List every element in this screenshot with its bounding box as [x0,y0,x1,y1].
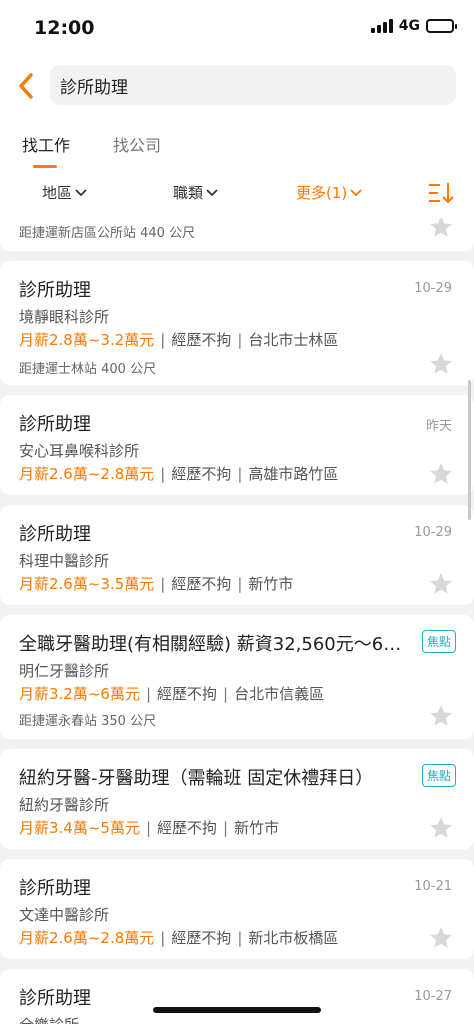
back-arrow-icon[interactable] [14,70,40,102]
filter-region-label: 地區 [42,184,73,202]
featured-badge: 焦點 [421,630,456,653]
job-card[interactable]: 診所助理 10-29 科理中醫診所 月薪2.6萬~3.5萬元 | 經歷不拘 | 新竹市 [0,505,474,605]
star-icon[interactable] [428,461,454,487]
filter-job-type[interactable]: 職類 [173,182,218,203]
post-date: 10-29 [414,525,452,540]
chevron-down-icon [206,188,218,196]
job-meta: 月薪3.4萬~5萬元 | 經歷不拘 | 新竹市 [19,819,280,837]
search-input[interactable]: 診所助理 [50,65,456,105]
salary: 月薪3.2萬~6萬元 [19,685,140,703]
scrollbar[interactable] [468,380,471,520]
sort-icon[interactable] [428,181,454,205]
job-meta: 月薪2.8萬~3.2萬元 | 經歷不拘 | 台北市士林區 [19,331,339,349]
card-distance: 距捷運士林站 400 公尺 [19,362,157,377]
filter-region[interactable]: 地區 [42,182,87,203]
job-title: 紐約牙醫-牙醫助理（需輪班 固定休禮拜日） [19,768,374,789]
featured-badge: 焦點 [421,764,456,787]
job-title: 診所助理 [19,414,91,435]
location: 台北市士林區 [248,331,339,349]
salary: 月薪2.6萬~3.5萬元 [19,575,155,593]
salary: 月薪2.6萬~2.8萬元 [19,929,155,947]
status-icons: 4G [370,18,457,34]
location: 台北市信義區 [234,685,325,703]
job-card[interactable]: 診所助理 10-27 全樂診所 [0,969,474,1024]
search-header: 診所助理 [0,56,474,118]
company-name: 明仁牙醫診所 [19,662,110,680]
location: 新北市板橋區 [248,929,339,947]
signal-icon [370,19,393,33]
battery-icon [426,19,457,33]
company-name: 科理中醫診所 [19,552,110,570]
job-card[interactable]: 診所助理 10-21 文達中醫診所 月薪2.6萬~2.8萬元 | 經歷不拘 | 新北市板… [0,859,474,959]
company-name: 紐約牙醫診所 [19,796,110,814]
job-title: 診所助理 [19,524,91,545]
filter-more[interactable]: 更多(1) [296,182,362,203]
star-icon[interactable] [428,351,454,377]
location: 高雄市路竹區 [248,465,339,483]
salary: 月薪2.6萬~2.8萬元 [19,465,155,483]
company-name: 文達中醫診所 [19,906,110,924]
tab-bar: 找工作 找公司 [0,118,474,170]
post-date: 昨天 [425,419,452,434]
filter-bar: 地區 職類 更多(1) [0,170,474,218]
filter-more-label: 更多(1) [296,184,348,202]
star-icon[interactable] [428,925,454,951]
active-tab-indicator [33,165,57,168]
experience: 經歷不拘 [171,331,232,349]
job-meta: 月薪2.6萬~3.5萬元 | 經歷不拘 | 新竹市 [19,575,294,593]
salary: 月薪3.4萬~5萬元 [19,819,140,837]
job-list: 距捷運新店區公所站 440 公尺 診所助理 10-29 境靜眼科診所 月薪2.8… [0,218,474,1024]
experience: 經歷不拘 [157,685,218,703]
card-distance: 距捷運新店區公所站 440 公尺 [19,226,196,241]
post-date: 10-29 [414,281,452,296]
tab-find-job[interactable]: 找工作 [22,132,70,156]
star-icon[interactable] [428,218,454,240]
experience: 經歷不拘 [171,575,232,593]
job-card[interactable]: 診所助理 昨天 安心耳鼻喉科診所 月薪2.6萬~2.8萬元 | 經歷不拘 | 高雄市路竹… [0,395,474,495]
job-title: 診所助理 [19,280,91,301]
location: 新竹市 [234,819,280,837]
salary: 月薪2.8萬~3.2萬元 [19,331,155,349]
search-query: 診所助理 [60,77,128,98]
location: 新竹市 [248,575,294,593]
job-meta: 月薪2.6萬~2.8萬元 | 經歷不拘 | 新北市板橋區 [19,929,339,947]
status-bar: 12:00 4G [0,0,474,56]
card-distance: 距捷運永春站 350 公尺 [19,714,157,729]
post-date: 10-27 [414,989,452,1004]
job-card[interactable]: 紐約牙醫-牙醫助理（需輪班 固定休禮拜日） 焦點 紐約牙醫診所 月薪3.4萬~5… [0,749,474,849]
job-meta: 月薪3.2萬~6萬元 | 經歷不拘 | 台北市信義區 [19,685,325,703]
network-type: 4G [398,18,420,34]
job-card-partial[interactable]: 距捷運新店區公所站 440 公尺 [0,218,474,251]
company-name: 境靜眼科診所 [19,308,110,326]
star-icon[interactable] [428,571,454,597]
job-meta: 月薪2.6萬~2.8萬元 | 經歷不拘 | 高雄市路竹區 [19,465,339,483]
job-title: 診所助理 [19,878,91,899]
experience: 經歷不拘 [157,819,218,837]
star-icon[interactable] [428,703,454,729]
tab-find-company[interactable]: 找公司 [113,132,161,156]
company-name: 全樂診所 [19,1014,79,1024]
job-title: 診所助理 [19,988,91,1009]
experience: 經歷不拘 [171,929,232,947]
filter-job-type-label: 職類 [173,184,204,202]
chevron-down-icon [350,188,362,196]
job-card[interactable]: 全職牙醫助理(有相關經驗) 薪資32,560元～60,000元 焦點 明仁牙醫診… [0,615,474,739]
company-name: 安心耳鼻喉科診所 [19,442,140,460]
post-date: 10-21 [414,879,452,894]
chevron-down-icon [75,188,87,196]
job-card[interactable]: 診所助理 10-29 境靜眼科診所 月薪2.8萬~3.2萬元 | 經歷不拘 | 台北市士… [0,261,474,385]
home-indicator [153,1007,321,1013]
experience: 經歷不拘 [171,465,232,483]
star-icon[interactable] [428,815,454,841]
job-title: 全職牙醫助理(有相關經驗) 薪資32,560元～60,000元 [19,634,411,655]
status-time: 12:00 [34,17,95,39]
